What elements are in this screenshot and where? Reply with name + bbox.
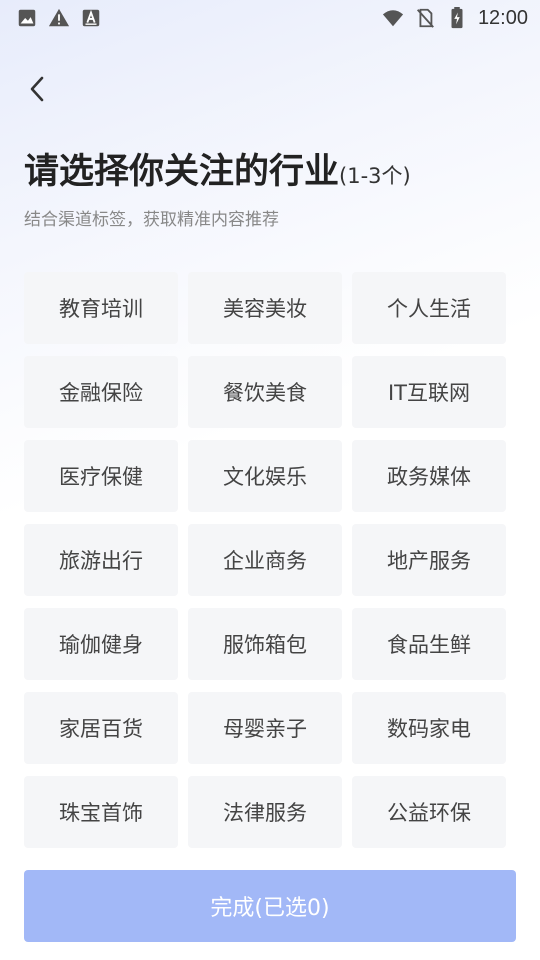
industry-tag[interactable]: 旅游出行: [24, 524, 178, 596]
page-title-text: 请选择你关注的行业: [24, 152, 340, 192]
done-button[interactable]: 完成(已选0): [24, 870, 516, 942]
status-right-icons: 12:00: [382, 6, 528, 30]
industry-tag[interactable]: 金融保险: [24, 356, 178, 428]
industry-tag[interactable]: 珠宝首饰: [24, 776, 178, 848]
industry-tag[interactable]: 地产服务: [352, 524, 506, 596]
industry-tag-grid: 教育培训 美容美妆 个人生活 金融保险 餐饮美食 IT互联网 医疗保健 文化娱乐…: [24, 272, 506, 848]
industry-tag[interactable]: 瑜伽健身: [24, 608, 178, 680]
status-bar: 12:00: [0, 0, 540, 36]
battery-charging-icon: [451, 7, 463, 29]
page-subtitle: 结合渠道标签，获取精准内容推荐: [24, 210, 279, 230]
status-time: 12:00: [477, 7, 528, 29]
back-button[interactable]: [20, 72, 54, 106]
industry-tag[interactable]: 餐饮美食: [188, 356, 342, 428]
industry-tag[interactable]: 企业商务: [188, 524, 342, 596]
industry-tag[interactable]: 家居百货: [24, 692, 178, 764]
status-left-icons: [16, 7, 102, 29]
industry-tag[interactable]: 个人生活: [352, 272, 506, 344]
industry-tag[interactable]: IT互联网: [352, 356, 506, 428]
industry-tag[interactable]: 医疗保健: [24, 440, 178, 512]
font-a-icon: [82, 9, 100, 27]
selection-limit-hint: (1-3个): [339, 164, 411, 188]
no-sim-icon: [416, 8, 434, 28]
image-icon: [18, 9, 36, 27]
industry-tag[interactable]: 食品生鲜: [352, 608, 506, 680]
warning-icon: [48, 8, 70, 27]
page-title: 请选择你关注的行业(1-3个): [24, 150, 411, 198]
industry-tag[interactable]: 数码家电: [352, 692, 506, 764]
industry-tag[interactable]: 美容美妆: [188, 272, 342, 344]
industry-tag[interactable]: 公益环保: [352, 776, 506, 848]
wifi-icon: [382, 10, 404, 27]
industry-tag[interactable]: 文化娱乐: [188, 440, 342, 512]
industry-tag[interactable]: 母婴亲子: [188, 692, 342, 764]
industry-tag[interactable]: 教育培训: [24, 272, 178, 344]
chevron-left-icon: [30, 76, 44, 102]
industry-tag[interactable]: 政务媒体: [352, 440, 506, 512]
industry-tag[interactable]: 服饰箱包: [188, 608, 342, 680]
industry-tag[interactable]: 法律服务: [188, 776, 342, 848]
